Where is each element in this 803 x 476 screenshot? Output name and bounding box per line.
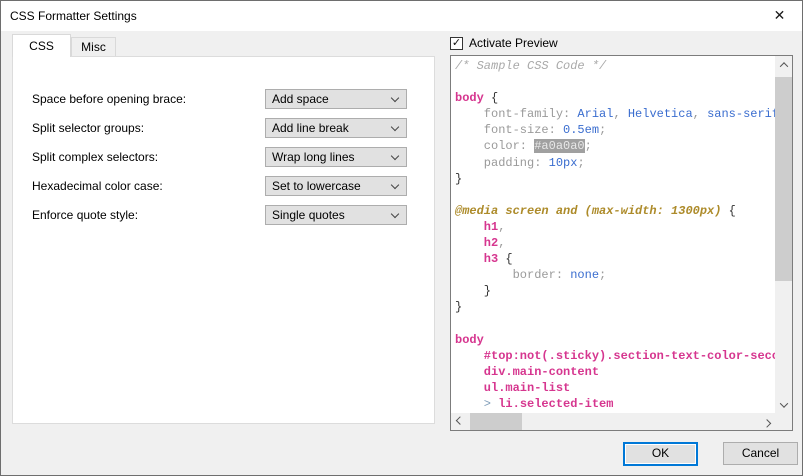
tab-css[interactable]: CSS (12, 34, 71, 57)
scroll-down-button[interactable] (775, 396, 792, 413)
activate-preview-row: ✓ Activate Preview (450, 35, 558, 51)
code-content: /* Sample CSS Code */ body { font-family… (451, 56, 775, 413)
code-line: ul.main-list (455, 380, 775, 396)
split-selector-groups-label: Split selector groups: (32, 121, 144, 135)
css-preview-box: /* Sample CSS Code */ body { font-family… (450, 55, 793, 431)
code-line: border: none; (455, 267, 775, 283)
chevron-down-icon (391, 181, 399, 189)
tab-misc[interactable]: Misc (71, 37, 116, 56)
code-line: font-size: 0.5em; (455, 122, 775, 138)
code-line (455, 316, 775, 332)
code-line: } (455, 283, 775, 299)
split-complex-selectors-select[interactable]: Wrap long lines (265, 147, 407, 167)
code-line: h2, (455, 235, 775, 251)
vertical-scrollbar[interactable] (775, 56, 792, 413)
horizontal-scrollbar[interactable] (451, 413, 775, 430)
quote-style-value: Single quotes (272, 208, 345, 222)
space-before-brace-value: Add space (272, 92, 329, 106)
horizontal-scroll-thumb[interactable] (470, 413, 522, 430)
window-title: CSS Formatter Settings (1, 9, 137, 23)
code-line: color: #a0a0a0; (455, 138, 775, 154)
checkmark-icon: ✓ (452, 38, 461, 49)
code-line (455, 74, 775, 90)
chevron-right-icon (762, 419, 770, 427)
scroll-left-button[interactable] (451, 413, 468, 430)
code-line: #top:not(.sticky).section-text-color-sec… (455, 348, 775, 364)
close-icon: ✕ (774, 7, 786, 24)
chevron-down-icon (391, 123, 399, 131)
form-row-quote-style: Enforce quote style: Single quotes (32, 205, 407, 225)
chevron-down-icon (391, 94, 399, 102)
hex-color-case-select[interactable]: Set to lowercase (265, 176, 407, 196)
code-line (455, 187, 775, 203)
code-line: div.main-content (455, 364, 775, 380)
code-line: font-family: Arial, Helvetica, sans-seri… (455, 106, 775, 122)
settings-panel: Space before opening brace: Add space Sp… (12, 56, 435, 424)
scroll-right-button[interactable] (758, 413, 775, 430)
split-complex-selectors-value: Wrap long lines (272, 150, 355, 164)
code-line: h1, (455, 219, 775, 235)
css-formatter-settings-dialog: CSS Formatter Settings ✕ CSS Misc Space … (0, 0, 803, 476)
code-line: h3 { (455, 251, 775, 267)
split-selector-groups-value: Add line break (272, 121, 349, 135)
space-before-brace-select[interactable]: Add space (265, 89, 407, 109)
code-line: @media screen and (max-width: 1300px) { (455, 203, 775, 219)
chevron-down-icon (779, 399, 787, 407)
code-line: } (455, 299, 775, 315)
split-selector-groups-select[interactable]: Add line break (265, 118, 407, 138)
code-line: padding: 10px; (455, 155, 775, 171)
hex-color-case-label: Hexadecimal color case: (32, 179, 163, 193)
chevron-left-icon (455, 416, 463, 424)
activate-preview-label: Activate Preview (469, 36, 558, 50)
ok-button[interactable]: OK (623, 442, 698, 466)
quote-style-select[interactable]: Single quotes (265, 205, 407, 225)
quote-style-label: Enforce quote style: (32, 208, 138, 222)
form-row-split-complex-selectors: Split complex selectors: Wrap long lines (32, 147, 407, 167)
code-line: } (455, 171, 775, 187)
close-button[interactable]: ✕ (757, 1, 802, 30)
code-line: body { (455, 90, 775, 106)
space-before-brace-label: Space before opening brace: (32, 92, 186, 106)
scroll-up-button[interactable] (775, 56, 792, 73)
chevron-down-icon (391, 210, 399, 218)
code-line: body (455, 332, 775, 348)
scrollbar-corner (775, 413, 792, 430)
hex-color-case-value: Set to lowercase (272, 179, 361, 193)
code-line: /* Sample CSS Code */ (455, 58, 775, 74)
form-row-hex-color-case: Hexadecimal color case: Set to lowercase (32, 176, 407, 196)
cancel-button[interactable]: Cancel (723, 442, 798, 465)
form-row-space-before-brace: Space before opening brace: Add space (32, 89, 407, 109)
code-line: > li.selected-item (455, 396, 775, 412)
chevron-up-icon (779, 62, 787, 70)
split-complex-selectors-label: Split complex selectors: (32, 150, 158, 164)
activate-preview-checkbox[interactable]: ✓ (450, 37, 463, 50)
form-row-split-selector-groups: Split selector groups: Add line break (32, 118, 407, 138)
title-bar: CSS Formatter Settings (1, 1, 802, 31)
vertical-scroll-thumb[interactable] (775, 77, 792, 281)
chevron-down-icon (391, 152, 399, 160)
